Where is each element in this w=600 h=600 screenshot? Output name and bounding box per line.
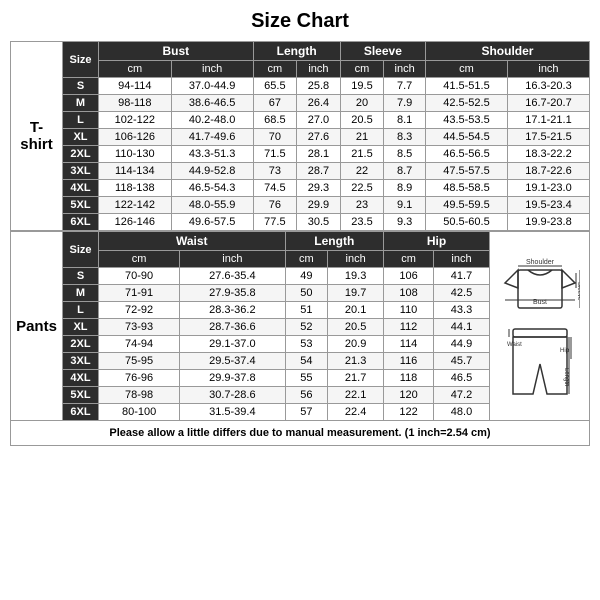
tlen-inch: inch xyxy=(297,61,341,78)
pants-size-cell: 6XL xyxy=(63,404,99,421)
svg-text:Shoulder: Shoulder xyxy=(525,259,554,266)
table-row: 3XL 114-134 44.9-52.8 73 28.7 22 8.7 47.… xyxy=(11,163,590,180)
slv-cm: cm xyxy=(340,61,384,78)
table-row: 6XL 126-146 49.6-57.5 77.5 30.5 23.5 9.3… xyxy=(11,214,590,231)
sleeve-header: Sleeve xyxy=(340,42,425,61)
pants-size-cell: 2XL xyxy=(63,336,99,353)
page-title: Size Chart xyxy=(10,10,590,33)
svg-text:Length: Length xyxy=(563,368,569,386)
bust-inch: inch xyxy=(171,61,253,78)
size-cell: 6XL xyxy=(63,214,99,231)
sho-cm: cm xyxy=(425,61,507,78)
pants-size-cell: M xyxy=(63,285,99,302)
waist-header: Waist xyxy=(99,232,286,251)
pants-size-cell: 4XL xyxy=(63,370,99,387)
table-row: L 102-122 40.2-48.0 68.5 27.0 20.5 8.1 4… xyxy=(11,112,590,129)
size-cell: M xyxy=(63,95,99,112)
size-cell: 2XL xyxy=(63,146,99,163)
pants-size-cell: L xyxy=(63,302,99,319)
length-header: Length xyxy=(253,42,340,61)
table-row: 2XL 110-130 43.3-51.3 71.5 28.1 21.5 8.5… xyxy=(11,146,590,163)
pants-size-cell: 3XL xyxy=(63,353,99,370)
diagram-cell: Shoulder Sleeve Bust Length Waist Hip Le… xyxy=(490,232,590,421)
size-cell: S xyxy=(63,78,99,95)
table-row: XL 106-126 41.7-49.6 70 27.6 21 8.3 44.5… xyxy=(11,129,590,146)
pants-size-cell: XL xyxy=(63,319,99,336)
bust-header: Bust xyxy=(99,42,254,61)
pants-label: Pants xyxy=(11,232,63,421)
size-cell: 5XL xyxy=(63,197,99,214)
size-cell: 3XL xyxy=(63,163,99,180)
sho-inch: inch xyxy=(507,61,589,78)
size-cell: L xyxy=(63,112,99,129)
tshirt-diagram: Shoulder Sleeve Bust Length xyxy=(500,248,580,318)
table-row: 5XL 122-142 48.0-55.9 76 29.9 23 9.1 49.… xyxy=(11,197,590,214)
pants-size-cell: 5XL xyxy=(63,387,99,404)
hip-header: Hip xyxy=(384,232,490,251)
footer-note: Please allow a little differs due to man… xyxy=(10,421,590,446)
svg-text:Bust: Bust xyxy=(532,299,546,306)
pants-diagram: Waist Hip Length xyxy=(505,324,575,404)
size-cell: XL xyxy=(63,129,99,146)
shoulder-header: Shoulder xyxy=(425,42,589,61)
pants-table: Pants Size Waist Length Hip xyxy=(10,231,590,421)
size-chart-table: T-shirt Size Bust Length Sleeve Shoulder… xyxy=(10,41,590,231)
table-row: M 98-118 38.6-46.5 67 26.4 20 7.9 42.5-5… xyxy=(11,95,590,112)
tshirt-size-header: Size xyxy=(63,42,99,78)
bust-cm: cm xyxy=(99,61,172,78)
svg-text:Hip: Hip xyxy=(560,348,570,354)
svg-text:Sleeve: Sleeve xyxy=(576,282,580,301)
plen-header: Length xyxy=(285,232,384,251)
tshirt-label: T-shirt xyxy=(11,42,63,231)
table-row: 4XL 118-138 46.5-54.3 74.5 29.3 22.5 8.9… xyxy=(11,180,590,197)
svg-text:Waist: Waist xyxy=(507,342,522,348)
tlen-cm: cm xyxy=(253,61,297,78)
pants-size-header: Size xyxy=(63,232,99,268)
slv-inch: inch xyxy=(384,61,426,78)
table-row: S 94-114 37.0-44.9 65.5 25.8 19.5 7.7 41… xyxy=(11,78,590,95)
size-cell: 4XL xyxy=(63,180,99,197)
pants-size-cell: S xyxy=(63,268,99,285)
